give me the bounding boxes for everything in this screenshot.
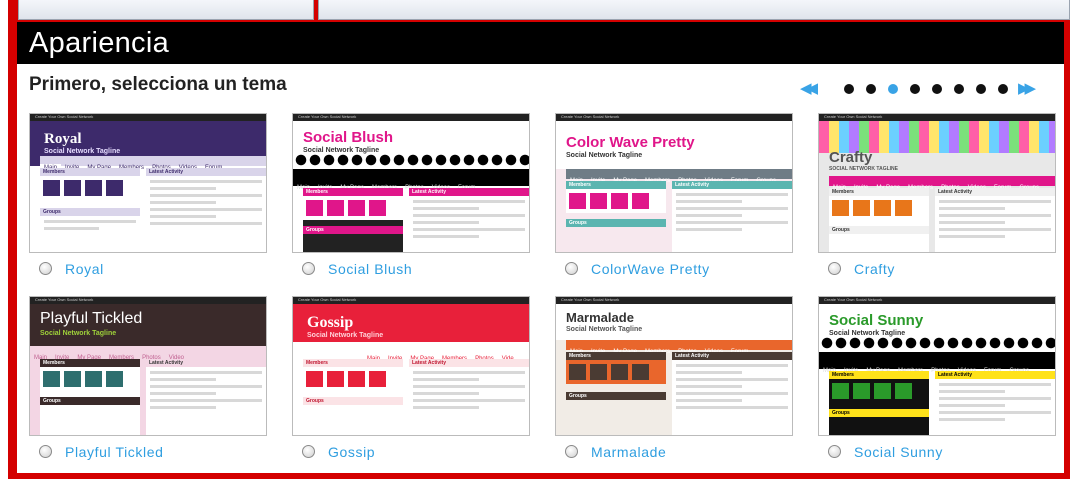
theme-label[interactable]: Gossip: [328, 444, 375, 460]
theme-radio[interactable]: [565, 262, 578, 275]
browser-tab[interactable]: [18, 0, 314, 20]
section-heading: Primero, selecciona un tema: [29, 74, 287, 95]
theme-label[interactable]: Crafty: [854, 261, 895, 277]
browser-tab[interactable]: [318, 0, 1070, 20]
theme-label[interactable]: Marmalade: [591, 444, 666, 460]
pager-dot-8[interactable]: [998, 84, 1008, 94]
pager-dot-7[interactable]: [976, 84, 986, 94]
theme-radio[interactable]: [39, 262, 52, 275]
theme-preview-image[interactable]: Create Your Own Social Network Social Su…: [818, 296, 1056, 436]
theme-radio[interactable]: [565, 445, 578, 458]
double-right-arrow-icon[interactable]: ▶▶: [1018, 81, 1036, 96]
theme-radio[interactable]: [302, 445, 315, 458]
page-title: Apariencia: [29, 27, 170, 59]
pager-dot-1[interactable]: [844, 84, 854, 94]
theme-radio[interactable]: [828, 262, 841, 275]
pager-dot-2[interactable]: [866, 84, 876, 94]
theme-preview-image[interactable]: Create Your Own Social Network Playful T…: [29, 296, 267, 436]
theme-preview-image[interactable]: Create Your Own Social Network Crafty SO…: [818, 113, 1056, 253]
theme-radio[interactable]: [302, 262, 315, 275]
pager-dot-6[interactable]: [954, 84, 964, 94]
theme-panel: Primero, selecciona un tema ◀◀ ▶▶ Create…: [17, 64, 1064, 473]
theme-pager: ◀◀ ▶▶: [800, 81, 1040, 97]
pager-dot-4[interactable]: [910, 84, 920, 94]
theme-preview-image[interactable]: Create Your Own Social Network Gossip So…: [292, 296, 530, 436]
theme-label[interactable]: ColorWave Pretty: [591, 261, 710, 277]
theme-preview-image[interactable]: Create Your Own Social Network Social Bl…: [292, 113, 530, 253]
theme-label[interactable]: Playful Tickled: [65, 444, 163, 460]
pager-dot-5[interactable]: [932, 84, 942, 94]
title-bar: Apariencia: [17, 22, 1064, 64]
theme-label[interactable]: Social Sunny: [854, 444, 943, 460]
theme-radio[interactable]: [828, 445, 841, 458]
theme-label[interactable]: Social Blush: [328, 261, 412, 277]
theme-preview-image[interactable]: Create Your Own Social Network Marmalade…: [555, 296, 793, 436]
theme-radio[interactable]: [39, 445, 52, 458]
pager-dot-3[interactable]: [888, 84, 898, 94]
double-left-arrow-icon[interactable]: ◀◀: [800, 81, 818, 96]
theme-label[interactable]: Royal: [65, 261, 104, 277]
theme-preview-image[interactable]: Create Your Own Social Network Color Wav…: [555, 113, 793, 253]
theme-preview-image[interactable]: Create Your Own Social Network Royal Soc…: [29, 113, 267, 253]
